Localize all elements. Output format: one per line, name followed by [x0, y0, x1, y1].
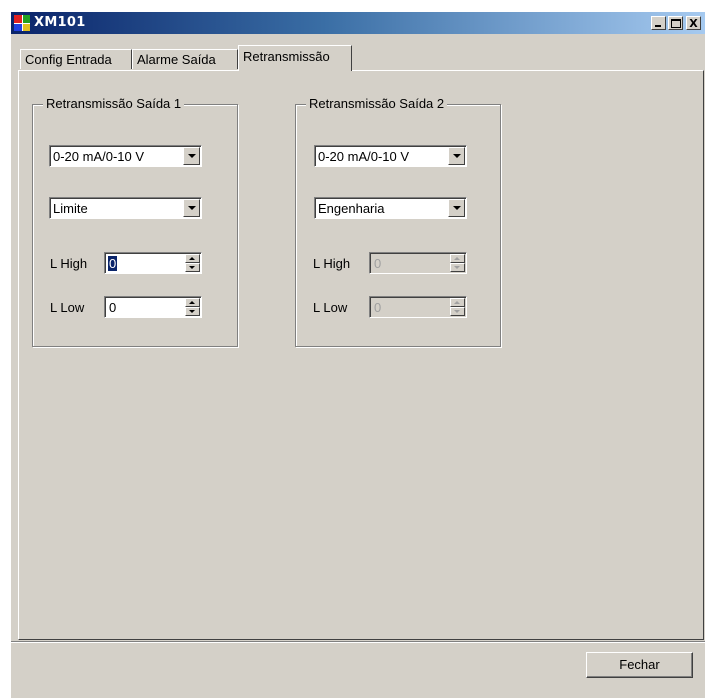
mode-select-1-value: Limite	[53, 201, 88, 216]
tab-alarme-saida[interactable]: Alarme Saída	[132, 49, 238, 69]
close-window-button[interactable]: X	[686, 16, 701, 30]
group-title-2: Retransmissão Saída 2	[306, 96, 448, 111]
l-high-label-2: L High	[313, 256, 351, 271]
spin-up-icon	[450, 254, 465, 263]
title-bar[interactable]: XM101 X	[11, 12, 705, 34]
group-retransmissao-saida-1: Retransmissão Saída 1 0-20 mA/0-10 V Lim…	[32, 96, 238, 347]
spin-down-icon	[450, 307, 465, 316]
spin-down-icon[interactable]	[185, 263, 200, 272]
chevron-down-icon[interactable]	[183, 147, 200, 165]
group-title-1: Retransmissão Saída 1	[43, 96, 185, 111]
range-select-2-value: 0-20 mA/0-10 V	[318, 149, 410, 164]
spin-up-icon	[450, 298, 465, 307]
footer-divider	[11, 641, 705, 643]
spin-down-icon	[450, 263, 465, 272]
window-title: XM101	[34, 15, 86, 30]
maximize-button[interactable]	[668, 16, 683, 30]
l-high-spinner-2: 0	[369, 252, 467, 274]
chevron-down-icon[interactable]	[448, 199, 465, 217]
app-icon	[14, 15, 30, 31]
chevron-down-icon[interactable]	[183, 199, 200, 217]
l-high-value-2: 0	[374, 256, 382, 271]
mode-select-2[interactable]: Engenharia	[314, 197, 467, 219]
close-button[interactable]: Fechar	[586, 652, 693, 678]
mode-select-1[interactable]: Limite	[49, 197, 202, 219]
range-select-2[interactable]: 0-20 mA/0-10 V	[314, 145, 467, 167]
spin-down-icon[interactable]	[185, 307, 200, 316]
l-low-spinner-2: 0	[369, 296, 467, 318]
tab-config-entrada[interactable]: Config Entrada	[20, 49, 132, 69]
mode-select-2-value: Engenharia	[318, 201, 385, 216]
minimize-button[interactable]	[651, 16, 666, 30]
spin-up-icon[interactable]	[185, 298, 200, 307]
main-window: XM101 X Config Entrada Alarme Saída Retr…	[11, 12, 705, 698]
l-low-label-1: L Low	[50, 300, 85, 315]
l-low-value-2: 0	[374, 300, 382, 315]
group-retransmissao-saida-2: Retransmissão Saída 2 0-20 mA/0-10 V Eng…	[295, 96, 501, 347]
l-high-spinner-1[interactable]: 0	[104, 252, 202, 274]
l-low-value-1: 0	[109, 300, 117, 315]
tab-retransmissao[interactable]: Retransmissão	[238, 45, 352, 71]
range-select-1-value: 0-20 mA/0-10 V	[53, 149, 145, 164]
l-low-label-2: L Low	[313, 300, 348, 315]
spin-up-icon[interactable]	[185, 254, 200, 263]
tab-panel-retransmissao: Retransmissão Saída 1 0-20 mA/0-10 V Lim…	[18, 70, 704, 640]
l-high-value-1: 0	[108, 256, 118, 271]
range-select-1[interactable]: 0-20 mA/0-10 V	[49, 145, 202, 167]
l-high-label-1: L High	[50, 256, 88, 271]
l-low-spinner-1[interactable]: 0	[104, 296, 202, 318]
chevron-down-icon[interactable]	[448, 147, 465, 165]
